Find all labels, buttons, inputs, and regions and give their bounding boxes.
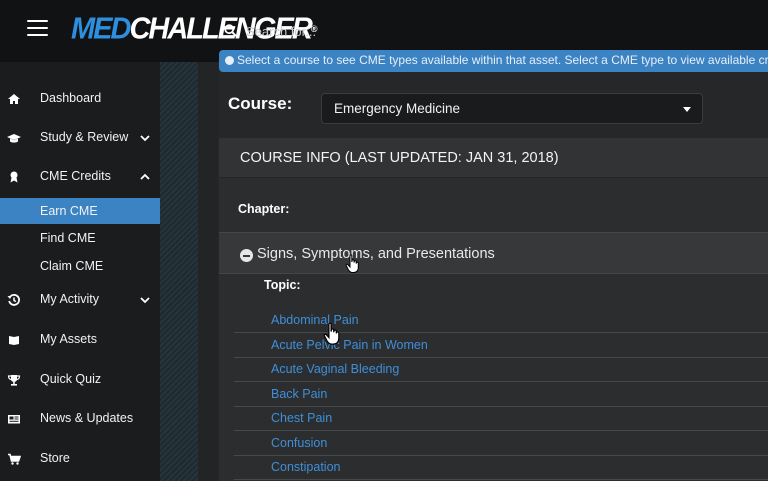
topic-link-text[interactable]: Confusion [271,436,327,450]
search-icon [224,24,237,37]
topic-link-text[interactable]: Abdominal Pain [271,313,359,327]
course-info-header: COURSE INFO (LAST UPDATED: JAN 31, 2018) [219,138,768,178]
sidebar-item-store[interactable]: Store [0,441,160,477]
chevron-down-icon[interactable] [139,294,151,306]
topic-link[interactable]: Back Pain [234,383,768,407]
sidebar-item-quick-quiz[interactable]: Quick Quiz [0,362,160,398]
chapter-title: Signs, Symptoms, and Presentations [257,246,495,262]
sidebar-item-news-updates[interactable]: News & Updates [0,401,160,437]
topic-link-text[interactable]: Back Pain [271,387,327,401]
topic-link-text[interactable]: Chest Pain [271,411,332,425]
cart-icon [8,453,21,465]
sidebar-subitem-label: Find CME [40,231,96,245]
sidebar-item-cme-credits[interactable]: CME Credits [0,159,160,195]
course-select-value: Emergency Medicine [334,101,461,116]
sidebar-item-label: Store [40,451,70,465]
chevron-up-icon[interactable] [139,171,151,183]
caret-down-icon [683,107,691,112]
sidebar-subitem-label: Earn CME [40,204,98,218]
topic-link-text[interactable]: Acute Pelvic Pain in Women [271,338,428,352]
sidebar-item-study-review[interactable]: Study & Review [0,120,160,156]
sidebar-item-my-activity[interactable]: My Activity [0,282,160,318]
sidebar-subitem-find-cme[interactable]: Find CME [0,225,160,251]
topic-link[interactable]: Acute Vaginal Bleeding [234,358,768,382]
topic-label: Topic: [264,278,301,292]
course-select[interactable]: Emergency Medicine [321,93,703,124]
info-banner-text: Select a course to see CME types availab… [237,53,768,67]
topic-link[interactable]: Confusion [234,432,768,456]
topic-link[interactable]: Constipation [234,456,768,480]
graduation-cap-icon [7,134,21,143]
topic-link-text[interactable]: Constipation [271,460,341,474]
info-icon [225,56,234,65]
topic-link[interactable]: Acute Pelvic Pain in Women [234,334,768,358]
content-gutter [198,62,218,481]
topic-link[interactable]: Chest Pain [234,407,768,431]
history-icon [7,294,20,306]
search-input[interactable] [246,18,546,44]
newspaper-icon [8,415,20,424]
sidebar-item-dashboard[interactable]: Dashboard [0,81,160,117]
topic-link-text[interactable]: Acute Vaginal Bleeding [271,362,399,376]
sidebar-subitem-earn-cme[interactable]: Earn CME [0,198,160,224]
sidebar-subitem-claim-cme[interactable]: Claim CME [0,253,160,279]
home-icon [8,94,20,104]
topic-link[interactable]: Abdominal Pain [234,309,768,333]
sidebar-item-label: Study & Review [40,130,129,144]
sidebar-item-label: News & Updates [40,411,134,425]
sidebar: Dashboard Study & Review CME Credits Ear… [0,62,160,481]
chapter-row[interactable]: Signs, Symptoms, and Presentations [219,232,768,274]
sidebar-item-my-assets[interactable]: My Assets [0,322,160,358]
hamburger-menu-icon[interactable] [27,20,48,36]
collapse-minus-icon[interactable] [240,249,253,262]
sidebar-item-label: My Activity [40,292,100,306]
sidebar-item-label: My Assets [40,332,97,346]
course-label: Course: [228,94,293,113]
sidebar-item-label: CME Credits [40,169,111,183]
info-banner: Select a course to see CME types availab… [219,50,768,72]
sidebar-subitem-label: Claim CME [40,259,104,273]
chevron-down-icon[interactable] [139,132,151,144]
sidebar-gutter [160,62,198,481]
sidebar-item-label: Dashboard [40,91,102,105]
certificate-icon [10,171,18,183]
course-info-title: COURSE INFO (LAST UPDATED: JAN 31, 2018) [240,150,559,166]
book-icon [9,336,19,345]
chapter-label: Chapter: [238,202,290,216]
sidebar-item-label: Quick Quiz [40,372,102,386]
trophy-icon [7,375,21,386]
